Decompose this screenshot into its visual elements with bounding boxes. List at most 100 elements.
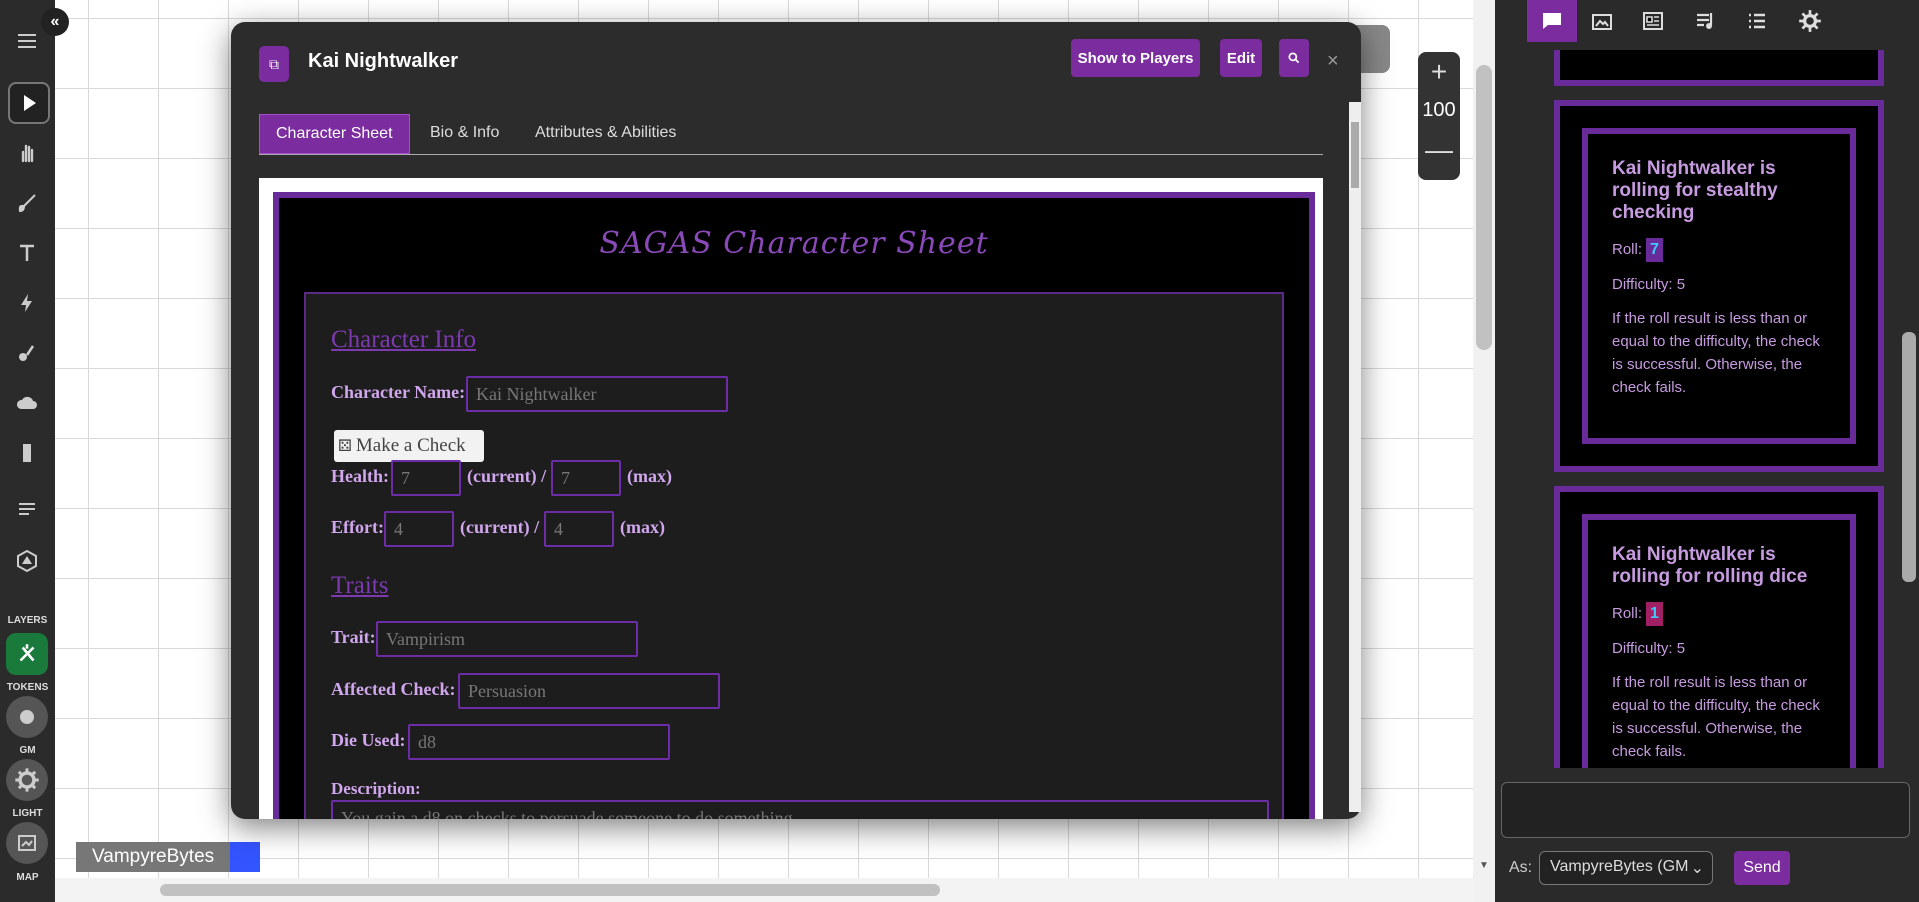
roll-template: Kai Nightwalker is rolling for rolling d… [1582, 514, 1856, 768]
fog-tool-icon[interactable] [8, 334, 46, 372]
map-label: MAP [16, 872, 39, 883]
roll-title: Kai Nightwalker is rolling for rolling d… [1612, 544, 1808, 587]
vertical-scrollbar[interactable] [1473, 0, 1495, 902]
traits-heading: Traits [331, 572, 389, 599]
health-current-field[interactable]: 7 [391, 460, 461, 496]
scrollbar-thumb[interactable] [1902, 332, 1916, 582]
character-sheet-dialog: ⧉ Kai Nightwalker Show to Players Edit ×… [231, 22, 1361, 819]
journal-tab-icon[interactable] [1628, 0, 1678, 42]
show-to-players-button[interactable]: Show to Players [1071, 39, 1200, 77]
tokens-icon [19, 644, 35, 662]
pan-tool-icon[interactable] [8, 134, 46, 172]
tab-bio-info[interactable]: Bio & Info [414, 114, 515, 152]
zoom-in-button[interactable]: + [1418, 52, 1460, 92]
select-tool-icon[interactable] [8, 82, 50, 124]
close-icon[interactable]: × [1327, 50, 1339, 73]
chat-message: Kai Nightwalker is rolling for rolling d… [1554, 486, 1884, 768]
settings-gear-icon[interactable] [1785, 0, 1835, 42]
tab-attributes-abilities[interactable]: Attributes & Abilities [519, 114, 692, 152]
dialog-scrollbar[interactable] [1349, 102, 1361, 812]
light-layer-button[interactable] [6, 759, 48, 801]
measure-tool-icon[interactable] [8, 434, 46, 472]
text-tool-icon[interactable] [8, 234, 46, 272]
dice-icon: ⚄ [338, 438, 352, 455]
sheet-title: SAGAS Character Sheet [599, 226, 989, 261]
chat-message: Kai Nightwalker is rolling for stealthy … [1554, 100, 1884, 472]
chat-log[interactable]: Kai Nightwalker is rolling for stealthy … [1495, 50, 1895, 768]
dice-icon[interactable] [8, 542, 46, 580]
right-sidebar: Kai Nightwalker is rolling for stealthy … [1495, 0, 1919, 902]
scroll-down-arrow-icon[interactable]: ▼ [1473, 854, 1495, 878]
horizontal-scrollbar[interactable] [55, 878, 1473, 902]
trait-field[interactable]: Vampirism [376, 621, 638, 657]
scrollbar-thumb[interactable] [160, 884, 940, 896]
speaking-as-select[interactable]: VampyreBytes (GM ⌄ [1539, 851, 1713, 885]
die-used-field[interactable]: d8 [408, 724, 670, 760]
affected-check-field[interactable]: Persuasion [458, 673, 720, 709]
make-check-label: Make a Check [355, 435, 466, 456]
roll-description: If the roll result is less than or equal… [1612, 310, 1820, 396]
effort-label: Effort: [331, 517, 384, 537]
speaking-as-label: As: [1509, 859, 1533, 876]
sheet-frame: SAGAS Character Sheet Character Info Cha… [259, 178, 1323, 819]
effort-current-text: (current) / [460, 517, 540, 537]
chat-scrollbar[interactable] [1899, 50, 1919, 768]
roll-label: Roll: [1612, 241, 1643, 258]
menu-icon[interactable] [8, 22, 46, 60]
brush-tool-icon[interactable] [8, 184, 46, 222]
art-tab-icon[interactable] [1577, 0, 1627, 42]
gear-light-icon [15, 768, 39, 792]
effort-current-field[interactable]: 4 [384, 511, 454, 547]
popout-icon[interactable]: ⧉ [259, 46, 289, 82]
health-max-field[interactable]: 7 [551, 460, 621, 496]
edit-button[interactable]: Edit [1220, 39, 1262, 77]
die-used-label: Die Used: [331, 730, 406, 750]
search-button[interactable] [1279, 39, 1309, 77]
collapse-toolbar-icon[interactable]: « [41, 8, 69, 36]
roll-result[interactable]: 7 [1646, 238, 1663, 262]
roll-result[interactable]: 1 [1646, 602, 1663, 626]
character-name-field[interactable]: Kai Nightwalker [466, 376, 728, 412]
gm-icon [20, 710, 34, 724]
zoom-out-button[interactable]: — [1418, 128, 1460, 172]
roll-title: Kai Nightwalker is rolling for stealthy … [1612, 158, 1778, 223]
character-sheet: SAGAS Character Sheet Character Info Cha… [273, 192, 1315, 819]
light-label: LIGHT [12, 808, 43, 819]
scrollbar-thumb[interactable] [1476, 65, 1492, 350]
health-label: Health: [331, 466, 389, 486]
chat-input[interactable] [1501, 782, 1910, 838]
zoom-level: 100 [1422, 99, 1456, 121]
jukebox-tab-icon[interactable] [1680, 0, 1730, 42]
character-info-heading: Character Info [331, 326, 477, 353]
speaking-as-value: VampyreBytes (GM [1550, 858, 1689, 875]
weather-tool-icon[interactable] [8, 384, 46, 422]
search-icon [1288, 52, 1300, 64]
player-bar[interactable]: VampyreBytes [76, 842, 261, 872]
compendium-tab-icon[interactable] [1732, 0, 1782, 42]
zoom-control: + 100 — [1418, 52, 1460, 180]
effort-max-field[interactable]: 4 [544, 511, 614, 547]
player-color-swatch[interactable] [230, 842, 261, 872]
map-layer-button[interactable] [6, 822, 48, 864]
health-current-text: (current) / [467, 466, 547, 486]
sidebar-tabs [1495, 0, 1919, 50]
make-check-button[interactable]: ⚄ Make a Check [334, 430, 484, 462]
tokens-layer-button[interactable] [6, 633, 48, 675]
send-button[interactable]: Send [1734, 851, 1790, 885]
tokens-label: TOKENS [6, 682, 49, 693]
sheet-body: Character Info Character Name: Kai Night… [304, 292, 1284, 819]
chat-tab-icon[interactable] [1527, 0, 1577, 42]
roll-label: Roll: [1612, 605, 1643, 622]
scrollbar-thumb[interactable] [1351, 122, 1359, 188]
health-max-text: (max) [627, 466, 672, 486]
gm-layer-button[interactable] [6, 696, 48, 738]
notes-icon[interactable] [8, 490, 46, 528]
description-field[interactable]: You gain a d8 on checks to persuade some… [331, 800, 1269, 819]
gm-label: GM [19, 745, 36, 756]
left-toolbar: LAYERS TOKENS GM LIGHT MAP [0, 0, 55, 902]
effects-tool-icon[interactable] [8, 284, 46, 322]
layers-label: LAYERS [7, 615, 48, 626]
tab-character-sheet[interactable]: Character Sheet [259, 114, 410, 154]
player-name: VampyreBytes [76, 842, 231, 872]
map-icon [18, 835, 36, 851]
